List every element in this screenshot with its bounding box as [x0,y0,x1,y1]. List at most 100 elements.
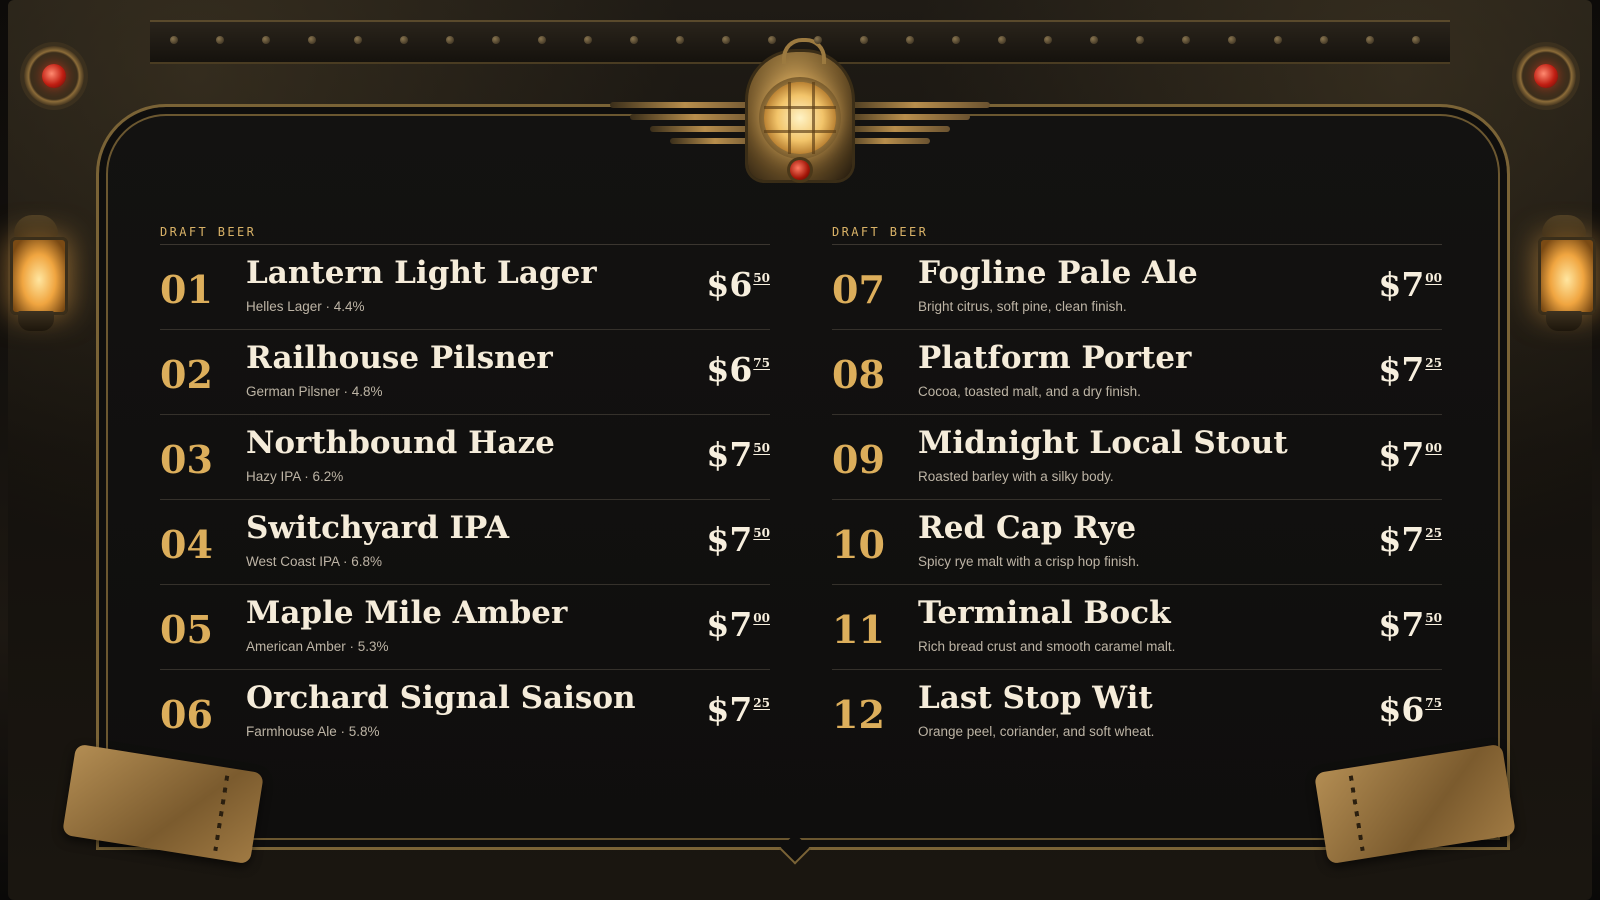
rivet-icon [354,36,362,44]
price-cents: 50 [753,526,770,540]
beer-row: 01 Lantern Light Lager Helles Lager · 4.… [160,245,770,330]
beer-number: 05 [160,607,213,652]
beer-price: $750 [706,520,770,559]
beer-name: Maple Mile Amber [246,595,568,631]
beer-price: $725 [706,690,770,729]
rivet-icon [1182,36,1190,44]
wall-lantern-icon [1532,215,1596,335]
beer-row: 03 Northbound Haze Hazy IPA · 6.2% $750 [160,415,770,500]
price-cents: 75 [753,356,770,370]
price-dollars: $6 [706,350,753,389]
price-cents: 50 [753,441,770,455]
beer-row: 04 Switchyard IPA West Coast IPA · 6.8% … [160,500,770,585]
beer-description: German Pilsner · 4.8% [246,384,383,399]
price-cents: 00 [753,611,770,625]
beer-description: Spicy rye malt with a crisp hop finish. [918,554,1140,569]
beer-number: 11 [832,607,885,652]
beer-price: $700 [1378,435,1442,474]
beer-description: Orange peel, coriander, and soft wheat. [918,724,1155,739]
price-dollars: $7 [706,605,753,644]
price-dollars: $7 [706,520,753,559]
beer-name: Railhouse Pilsner [246,340,553,376]
beer-number: 06 [160,692,213,737]
menu-column-right: DRAFT BEER 07 Fogline Pale Ale Bright ci… [832,222,1442,754]
beer-price: $750 [1378,605,1442,644]
beer-description: Cocoa, toasted malt, and a dry finish. [918,384,1141,399]
price-dollars: $7 [706,690,753,729]
beer-price: $675 [1378,690,1442,729]
rivet-icon [768,36,776,44]
menu-column-left: DRAFT BEER 01 Lantern Light Lager Helles… [160,222,770,754]
beer-name: Switchyard IPA [246,510,510,546]
beer-name: Last Stop Wit [918,680,1153,716]
wing-left [610,102,760,152]
red-signal-lamp-icon [1516,46,1576,106]
section-label: DRAFT BEER [160,225,257,239]
rivet-icon [584,36,592,44]
beer-row: 11 Terminal Bock Rich bread crust and sm… [832,585,1442,670]
beer-price: $725 [1378,350,1442,389]
price-dollars: $7 [706,435,753,474]
rivet-icon [906,36,914,44]
red-signal-lamp-icon [24,46,84,106]
rivet-icon [860,36,868,44]
beer-description: West Coast IPA · 6.8% [246,554,383,569]
wall-lantern-icon [4,215,68,335]
rivet-icon [676,36,684,44]
beer-price: $675 [706,350,770,389]
beer-description: Bright citrus, soft pine, clean finish. [918,299,1127,314]
price-cents: 00 [1425,271,1442,285]
rivet-icon [630,36,638,44]
beer-number: 07 [832,267,885,312]
price-dollars: $6 [706,265,753,304]
price-cents: 25 [1425,526,1442,540]
beer-price: $650 [706,265,770,304]
beer-row: 09 Midnight Local Stout Roasted barley w… [832,415,1442,500]
rivet-icon [400,36,408,44]
rivet-icon [1366,36,1374,44]
rivet-icon [1136,36,1144,44]
beer-name: Orchard Signal Saison [246,680,636,716]
price-cents: 25 [1425,356,1442,370]
rivet-icon [722,36,730,44]
price-dollars: $7 [1378,435,1425,474]
beer-list: 07 Fogline Pale Ale Bright citrus, soft … [832,244,1442,754]
price-dollars: $7 [1378,350,1425,389]
price-dollars: $7 [1378,265,1425,304]
rivet-icon [998,36,1006,44]
beer-list: 01 Lantern Light Lager Helles Lager · 4.… [160,244,770,754]
beer-description: Hazy IPA · 6.2% [246,469,344,484]
beer-price: $725 [1378,520,1442,559]
price-dollars: $7 [1378,605,1425,644]
beer-row: 05 Maple Mile Amber American Amber · 5.3… [160,585,770,670]
rivet-icon [308,36,316,44]
beer-description: Helles Lager · 4.4% [246,299,365,314]
section-label: DRAFT BEER [832,225,929,239]
beer-number: 09 [832,437,885,482]
beer-description: Farmhouse Ale · 5.8% [246,724,380,739]
price-cents: 25 [753,696,770,710]
beer-number: 04 [160,522,213,567]
beer-row: 08 Platform Porter Cocoa, toasted malt, … [832,330,1442,415]
beer-number: 08 [832,352,885,397]
beer-name: Lantern Light Lager [246,255,597,291]
rivet-icon [814,36,822,44]
beer-number: 02 [160,352,213,397]
beer-name: Midnight Local Stout [918,425,1288,461]
beer-row: 12 Last Stop Wit Orange peel, coriander,… [832,670,1442,754]
beer-name: Platform Porter [918,340,1192,376]
rivet-icon [262,36,270,44]
price-cents: 75 [1425,696,1442,710]
lantern-helmet [748,38,852,180]
beer-price: $700 [1378,265,1442,304]
price-dollars: $7 [1378,520,1425,559]
beer-number: 03 [160,437,213,482]
rivet-icon [492,36,500,44]
beer-row: 06 Orchard Signal Saison Farmhouse Ale ·… [160,670,770,754]
rivet-icon [538,36,546,44]
rivet-icon [170,36,178,44]
rivet-icon [1228,36,1236,44]
price-cents: 00 [1425,441,1442,455]
price-dollars: $6 [1378,690,1425,729]
price-cents: 50 [753,271,770,285]
